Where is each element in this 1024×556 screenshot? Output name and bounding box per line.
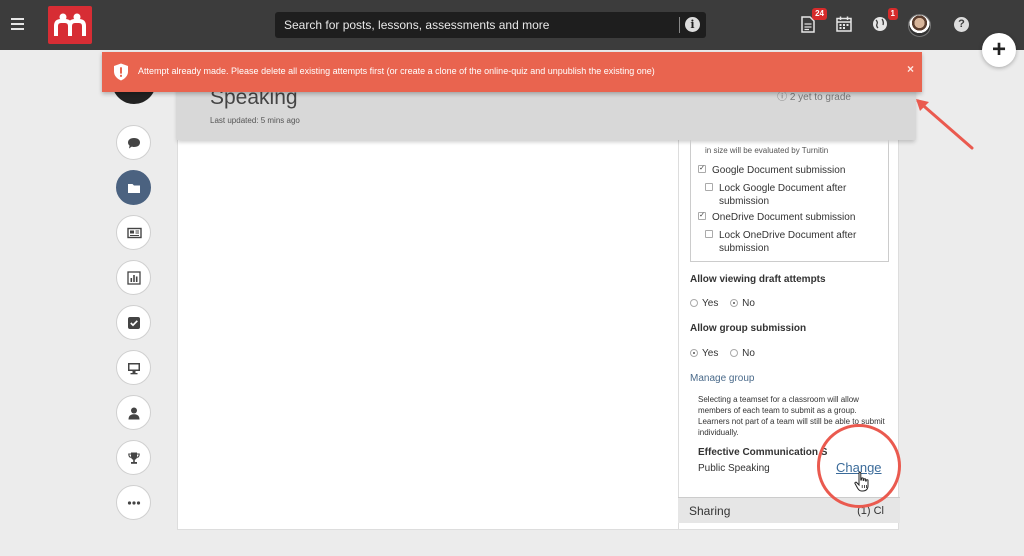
draft-attempts-label: Allow viewing draft attempts (690, 274, 826, 285)
user-avatar[interactable] (908, 14, 931, 37)
calendar-button[interactable] (836, 16, 854, 34)
teamset-label: Effective Communication S (698, 447, 828, 458)
search-divider (679, 17, 680, 33)
error-banner: Attempt already made. Please delete all … (102, 52, 922, 92)
folder-icon (128, 184, 140, 193)
sidebar-item-discussions[interactable] (116, 125, 151, 160)
onedrive-checkbox[interactable]: ✓ (698, 212, 706, 220)
google-doc-checkbox[interactable]: ✓ (698, 165, 706, 173)
chart-icon (127, 271, 141, 285)
sidebar-item-members[interactable] (116, 395, 151, 430)
group-yes-option[interactable]: Yes (690, 348, 718, 359)
group-no-radio[interactable] (730, 349, 739, 357)
group-submission-label: Allow group submission (690, 323, 807, 334)
sharing-label: Sharing (689, 504, 731, 518)
more-icon (127, 501, 141, 505)
draft-no-label: No (742, 298, 755, 309)
draft-attempts-radios: Yes No (690, 298, 764, 309)
turnitin-note: in size will be evaluated by Turnitin (705, 146, 829, 155)
menu-icon[interactable] (11, 18, 24, 33)
search-placeholder: Search for posts, lessons, assessments a… (284, 18, 550, 32)
sidebar-item-grades[interactable] (116, 260, 151, 295)
create-button[interactable]: + (982, 33, 1016, 67)
lock-onedrive-label: Lock OneDrive Document after submission (719, 230, 857, 254)
globe-icon (873, 17, 887, 31)
group-submission-radios: Yes No (690, 348, 764, 359)
lock-google-option[interactable]: Lock Google Document after submission (705, 182, 855, 208)
last-updated-text: Last updated: 5 mins ago (210, 116, 300, 125)
google-doc-label: Google Document submission (712, 165, 846, 176)
group-yes-radio[interactable] (690, 349, 698, 357)
info-icon[interactable]: i (685, 17, 700, 32)
close-icon[interactable]: × (907, 62, 914, 76)
search-input[interactable]: Search for posts, lessons, assessments a… (275, 12, 706, 38)
group-no-option[interactable]: No (730, 348, 755, 359)
lock-google-label: Lock Google Document after submission (719, 183, 847, 207)
onedrive-label: OneDrive Document submission (712, 212, 856, 223)
app-logo[interactable] (48, 6, 92, 44)
sidebar-item-badges[interactable] (116, 440, 151, 475)
annotation-arrow-icon (916, 99, 974, 150)
notifications-badge: 24 (812, 8, 827, 20)
help-icon[interactable]: ? (954, 17, 969, 32)
sidebar-item-more[interactable] (116, 485, 151, 520)
lock-onedrive-checkbox[interactable] (705, 230, 713, 238)
monitor-icon (128, 363, 140, 375)
manage-group-link[interactable]: Manage group (690, 373, 755, 384)
sidebar-item-tasks[interactable] (116, 305, 151, 340)
sidebar-item-resources[interactable] (116, 170, 151, 205)
draft-yes-label: Yes (702, 298, 719, 309)
alerts-badge: 1 (887, 8, 898, 20)
draft-no-radio[interactable] (730, 299, 739, 307)
comment-icon (128, 138, 140, 149)
settings-divider (678, 140, 679, 530)
calendar-icon (836, 16, 852, 32)
top-navigation-bar: Search for posts, lessons, assessments a… (0, 0, 1024, 50)
newspaper-icon (127, 227, 142, 239)
check-icon (128, 317, 140, 329)
shield-alert-icon (114, 63, 128, 81)
group-no-label: No (742, 348, 755, 359)
onedrive-option[interactable]: ✓ OneDrive Document submission (698, 211, 878, 224)
lock-onedrive-option[interactable]: Lock OneDrive Document after submission (705, 229, 865, 255)
highlight-circle (817, 424, 901, 508)
lock-google-checkbox[interactable] (705, 183, 713, 191)
notifications-button[interactable]: 24 (801, 8, 827, 34)
teamset-name: Public Speaking (698, 463, 770, 474)
google-doc-option[interactable]: ✓ Google Document submission (698, 164, 878, 177)
sidebar-item-updates[interactable] (116, 215, 151, 250)
user-icon (128, 407, 140, 420)
sidebar-item-present[interactable] (116, 350, 151, 385)
error-message: Attempt already made. Please delete all … (138, 66, 655, 76)
draft-yes-option[interactable]: Yes (690, 298, 718, 309)
group-yes-label: Yes (702, 348, 719, 359)
globe-alerts-button[interactable]: 1 (872, 8, 898, 34)
draft-yes-radio[interactable] (690, 299, 698, 307)
trophy-icon (128, 452, 140, 464)
draft-no-option[interactable]: No (730, 298, 755, 309)
